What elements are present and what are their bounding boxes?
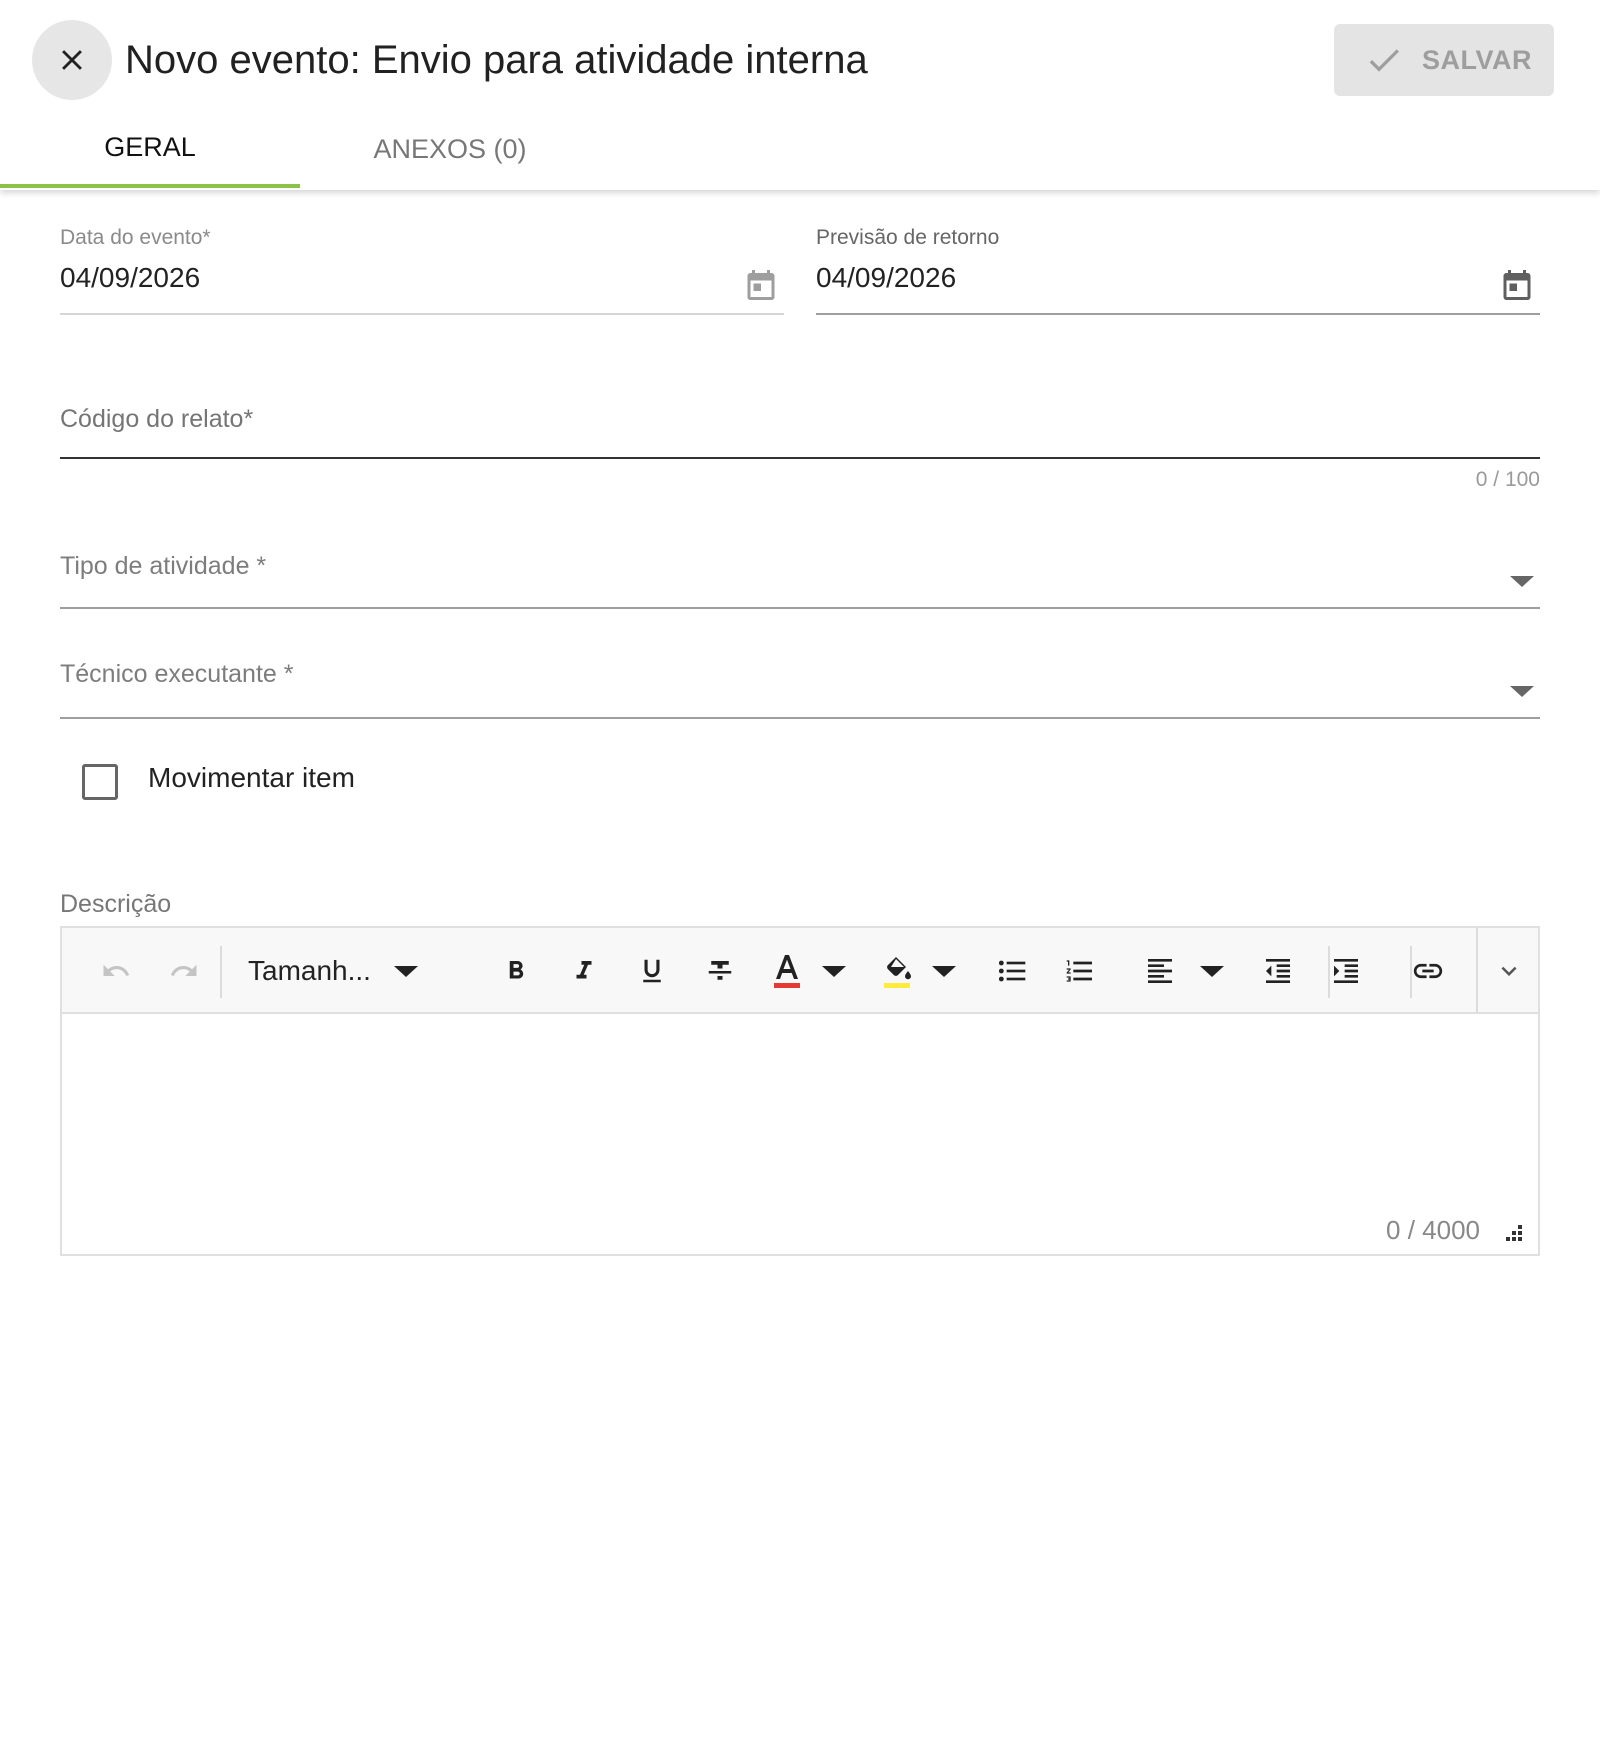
save-button-label: SALVAR xyxy=(1422,44,1532,75)
move-item-checkbox[interactable] xyxy=(82,764,118,800)
report-code-counter: 0 / 100 xyxy=(1475,468,1540,491)
tab-anexos[interactable]: ANEXOS (0) xyxy=(300,110,600,188)
align-dropdown[interactable] xyxy=(1192,928,1232,1014)
bullet-list-icon xyxy=(998,960,1026,982)
activity-type-select[interactable] xyxy=(60,540,1540,606)
outdent-button[interactable] xyxy=(1248,928,1308,1014)
italic-button[interactable] xyxy=(554,928,614,1014)
undo-icon xyxy=(103,964,130,976)
description-label: Descrição xyxy=(60,890,172,918)
underline-icon xyxy=(643,959,661,983)
rich-text-editor: Tamanh... 0 / 4000 xyxy=(60,926,1540,1256)
align-left-icon xyxy=(1148,959,1172,983)
return-date-underline xyxy=(816,313,1540,315)
report-code-input[interactable] xyxy=(60,396,1540,456)
numbered-list-button[interactable] xyxy=(1050,928,1110,1014)
save-button[interactable]: SALVAR xyxy=(1334,24,1554,96)
technician-underline xyxy=(60,717,1540,719)
dropdown-arrow-icon xyxy=(1510,686,1534,697)
chevron-down-icon xyxy=(1501,966,1517,976)
indent-icon xyxy=(1334,959,1358,983)
tab-bar: GERAL ANEXOS (0) xyxy=(0,110,1600,190)
toolbar-separator xyxy=(1328,946,1330,998)
technician-dropdown-button[interactable] xyxy=(1506,678,1538,704)
font-size-label: Tamanh... xyxy=(248,955,371,986)
editor-toolbar: Tamanh... xyxy=(62,928,1538,1014)
text-color-icon xyxy=(774,955,800,988)
close-button[interactable] xyxy=(32,20,112,100)
italic-icon xyxy=(576,961,592,979)
check-icon xyxy=(1369,49,1399,72)
return-date-calendar-button[interactable] xyxy=(1496,264,1538,306)
dialog-header: Novo evento: Envio para atividade intern… xyxy=(0,0,1600,190)
return-date-value[interactable]: 04/09/2026 xyxy=(816,262,956,294)
report-code-underline xyxy=(60,457,1540,459)
tab-geral[interactable]: GERAL xyxy=(0,110,300,188)
underline-button[interactable] xyxy=(622,928,682,1014)
event-date-label: Data do evento* xyxy=(60,226,211,249)
move-item-label[interactable]: Movimentar item xyxy=(148,762,355,794)
bold-button[interactable] xyxy=(486,928,546,1014)
redo-icon xyxy=(170,964,197,976)
dropdown-arrow-icon xyxy=(822,966,846,977)
close-icon xyxy=(62,50,82,70)
event-date-calendar-button[interactable] xyxy=(740,264,782,306)
align-button[interactable] xyxy=(1130,928,1190,1014)
dropdown-arrow-icon xyxy=(1200,966,1224,977)
activity-type-underline xyxy=(60,607,1540,609)
numbered-list-icon xyxy=(1066,960,1092,982)
bullet-list-button[interactable] xyxy=(982,928,1042,1014)
indent-button[interactable] xyxy=(1316,928,1376,1014)
calendar-icon xyxy=(747,270,775,300)
return-date-label: Previsão de retorno xyxy=(816,226,1000,249)
highlight-color-dropdown[interactable] xyxy=(924,928,964,1014)
strikethrough-icon xyxy=(708,961,732,980)
redo-button[interactable] xyxy=(154,928,214,1014)
resize-handle-icon xyxy=(1506,1225,1522,1241)
outdent-icon xyxy=(1266,959,1290,983)
font-size-select[interactable]: Tamanh... xyxy=(248,928,419,1014)
event-date-value[interactable]: 04/09/2026 xyxy=(60,262,200,294)
dropdown-arrow-icon xyxy=(932,966,956,977)
highlight-color-button[interactable] xyxy=(872,928,922,1014)
editor-content-area[interactable]: 0 / 4000 xyxy=(62,1014,1538,1254)
event-date-underline xyxy=(60,313,784,315)
dropdown-arrow-icon xyxy=(1510,576,1534,587)
toolbar-separator xyxy=(220,946,222,998)
toolbar-separator xyxy=(1410,946,1412,998)
dropdown-arrow-icon xyxy=(393,966,418,977)
more-tools-button[interactable] xyxy=(1476,928,1540,1014)
link-icon xyxy=(1413,963,1443,979)
technician-select[interactable] xyxy=(60,648,1540,716)
resize-handle[interactable] xyxy=(1502,1221,1524,1248)
text-color-dropdown[interactable] xyxy=(814,928,854,1014)
strikethrough-button[interactable] xyxy=(690,928,750,1014)
activity-type-dropdown-button[interactable] xyxy=(1506,568,1538,594)
dialog-title: Novo evento: Envio para atividade intern… xyxy=(125,38,868,82)
description-counter: 0 / 4000 xyxy=(1386,1215,1480,1245)
undo-button[interactable] xyxy=(86,928,146,1014)
calendar-icon xyxy=(1503,270,1531,300)
fill-bucket-icon xyxy=(884,957,911,988)
text-color-button[interactable] xyxy=(762,928,812,1014)
bold-icon xyxy=(509,961,524,979)
link-button[interactable] xyxy=(1398,928,1458,1014)
event-dialog: Novo evento: Envio para atividade intern… xyxy=(0,0,1600,1744)
